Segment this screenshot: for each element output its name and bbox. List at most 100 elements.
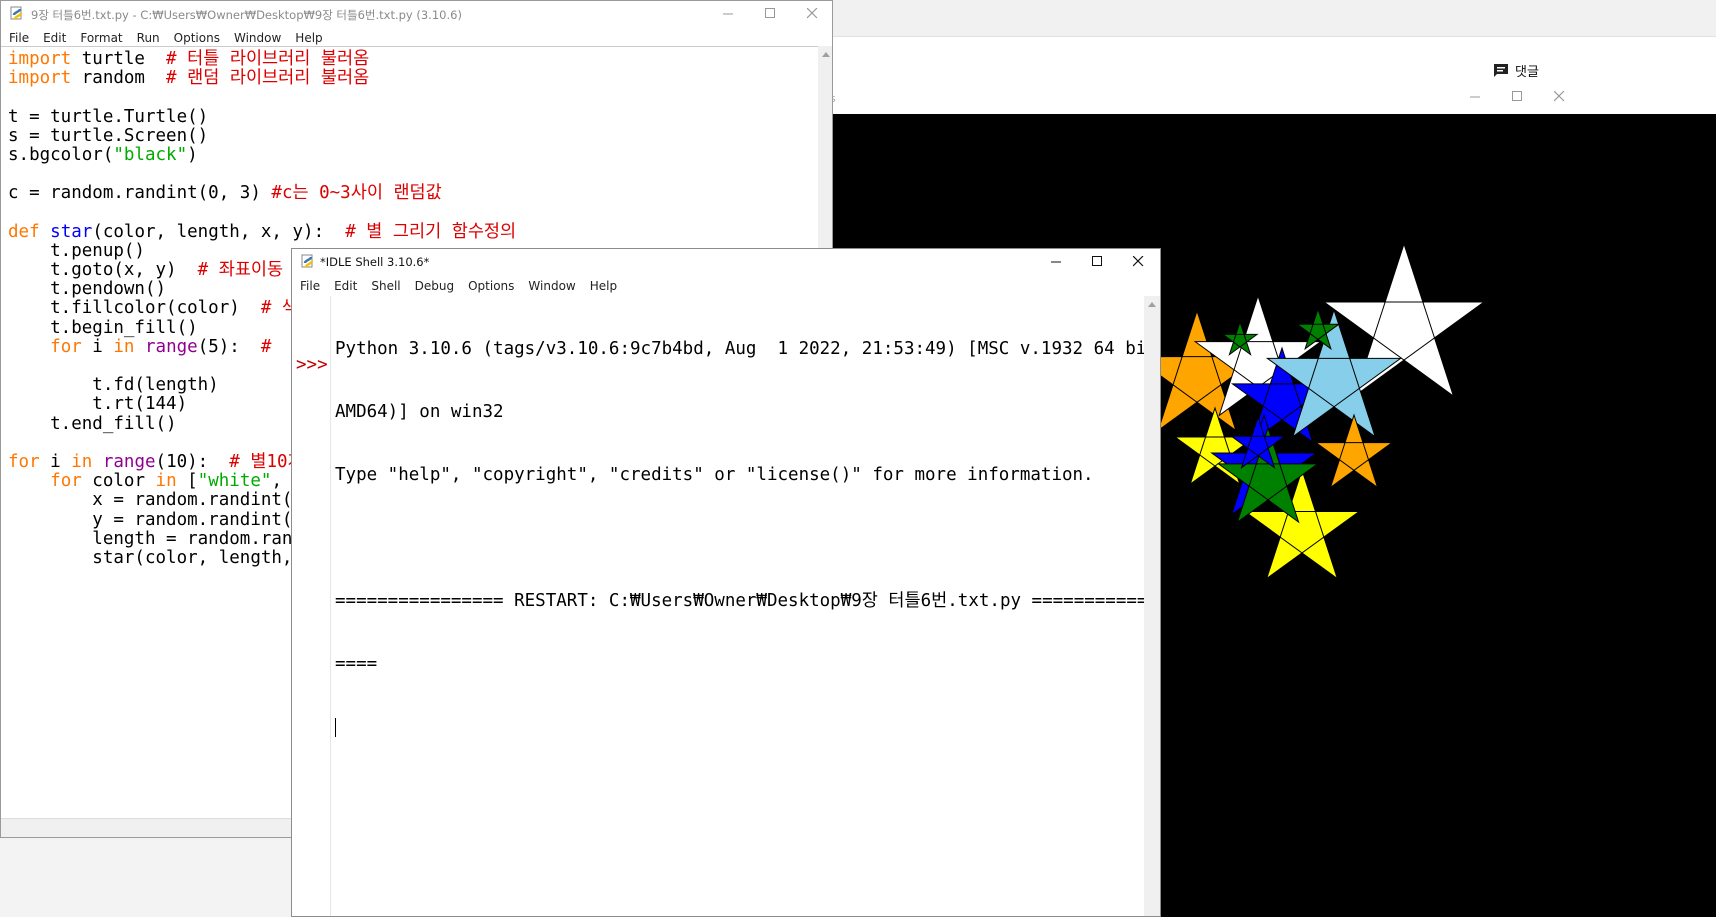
turtle-minimize-button[interactable]	[1453, 84, 1499, 110]
editor-menu-run[interactable]: Run	[129, 28, 166, 45]
code-token: ,	[271, 471, 293, 492]
close-icon	[807, 8, 818, 19]
comment-icon	[1494, 63, 1508, 77]
code-token: t.pendown()	[8, 279, 167, 300]
editor-menubar: File Edit Format Run Options Window Help	[1, 28, 832, 48]
shell-vertical-scrollbar[interactable]	[1144, 296, 1160, 916]
shell-maximize-button[interactable]	[1075, 249, 1121, 275]
editor-menu-format[interactable]: Format	[72, 28, 128, 45]
code-token: "black"	[113, 144, 188, 165]
code-token: for	[50, 471, 82, 492]
code-token: # 좌표이동	[197, 260, 284, 281]
editor-menu-file[interactable]: File	[1, 28, 35, 45]
turtle-maximize-button[interactable]	[1495, 84, 1541, 110]
code-line: s.bgcolor("black")	[8, 144, 516, 165]
shell-menu-window[interactable]: Window	[520, 276, 581, 293]
shell-menu-file[interactable]: File	[292, 276, 326, 293]
shell-menu-debug[interactable]: Debug	[407, 276, 460, 293]
maximize-icon	[1512, 91, 1522, 101]
shell-output: Python 3.10.6 (tags/v3.10.6:9c7b4bd, Aug…	[335, 297, 1160, 779]
shell-menu-options[interactable]: Options	[460, 276, 520, 293]
code-token: #c는 0~3사이 랜덤값	[271, 183, 442, 204]
scroll-up-arrow-icon[interactable]	[822, 52, 830, 57]
shell-minimize-button[interactable]	[1034, 249, 1080, 275]
code-token: [	[176, 471, 198, 492]
code-token: range	[145, 336, 198, 357]
code-token: t.begin_fill()	[8, 317, 198, 338]
turtle-close-button[interactable]	[1537, 84, 1583, 110]
code-line: def star(color, length, x, y): # 별 그리기 함…	[8, 221, 516, 242]
editor-title: 9장 터틀6번.txt.py - C:₩Users₩Owner₩Desktop₩…	[31, 8, 462, 22]
shell-menu-help[interactable]: Help	[582, 276, 623, 293]
shell-line: Type "help", "copyright", "credits" or "…	[335, 465, 1094, 485]
code-token: turtle	[71, 49, 167, 69]
shell-prompt: >>>	[296, 355, 328, 375]
editor-minimize-button[interactable]	[706, 1, 752, 27]
shell-line: ================ RESTART: C:₩Users₩Owner…	[335, 591, 1158, 611]
close-icon	[1133, 256, 1144, 267]
code-token: t.fillcolor(color)	[8, 298, 261, 319]
code-line: c = random.randint(0, 3) #c는 0~3사이 랜덤값	[8, 183, 516, 204]
code-token: color	[81, 471, 156, 492]
turtle-titlebar: s	[820, 84, 1716, 114]
code-token: star	[50, 221, 93, 242]
browser-comment-button[interactable]: 댓글	[1493, 60, 1539, 80]
code-token: i	[81, 336, 114, 357]
code-token: t.rt(144)	[8, 394, 188, 415]
code-token: )	[187, 144, 198, 165]
code-token: range	[102, 451, 156, 472]
maximize-icon	[765, 8, 775, 18]
browser-tabstrip	[832, 0, 1716, 37]
code-token: (5):	[197, 336, 261, 357]
shell-window: *IDLE Shell 3.10.6* File Edit Shell Debug Op…	[291, 248, 1161, 917]
code-token: # 랜덤 라이브러리 불러옴	[166, 68, 370, 89]
scroll-up-arrow-icon[interactable]	[1148, 302, 1156, 307]
idle-app-icon	[10, 6, 23, 20]
shell-title: *IDLE Shell 3.10.6*	[320, 255, 430, 269]
code-token: y = random.randint(1	[8, 509, 304, 530]
shell-close-button[interactable]	[1116, 249, 1160, 275]
comment-label: 댓글	[1515, 64, 1539, 80]
code-token: in	[113, 336, 135, 357]
shell-line: ====	[335, 654, 378, 674]
shell-line: AMD64)] on win32	[335, 402, 504, 422]
shell-text-area[interactable]: Python 3.10.6 (tags/v3.10.6:9c7b4bd, Aug…	[331, 296, 1158, 916]
shell-titlebar: *IDLE Shell 3.10.6*	[292, 249, 1160, 275]
code-token: i	[39, 451, 72, 472]
code-token: t.fd(length)	[8, 375, 219, 396]
editor-menu-edit[interactable]: Edit	[35, 28, 72, 45]
code-token: star(color, length, x	[8, 547, 314, 568]
code-token: in	[71, 451, 93, 472]
editor-menu-help[interactable]: Help	[287, 28, 328, 45]
code-token: "white"	[197, 471, 272, 492]
code-token: t.end_fill()	[8, 413, 177, 434]
shell-menu-shell[interactable]: Shell	[363, 276, 406, 293]
code-token: (color, length, x, y):	[92, 221, 346, 242]
editor-menu-options[interactable]: Options	[166, 28, 226, 45]
turtle-star	[1314, 413, 1394, 489]
idle-app-icon	[301, 254, 314, 268]
editor-close-button[interactable]	[790, 1, 832, 27]
shell-prompt-gutter: >>>	[292, 296, 331, 916]
shell-menu-edit[interactable]: Edit	[326, 276, 363, 293]
code-token: import	[8, 49, 72, 69]
code-token: x = random.randint(1	[8, 490, 304, 511]
maximize-icon	[1092, 256, 1102, 266]
code-line: t = turtle.Turtle()	[8, 107, 516, 127]
code-token: random	[71, 68, 167, 89]
code-token: t.penup()	[8, 240, 145, 261]
code-token: # 터틀 라이브러리 불러옴	[166, 49, 370, 69]
editor-menu-window[interactable]: Window	[226, 28, 287, 45]
code-token: import	[8, 68, 72, 89]
close-icon	[1554, 91, 1565, 102]
code-token: s.bgcolor(	[8, 144, 114, 165]
editor-maximize-button[interactable]	[748, 1, 794, 27]
code-token: def	[8, 221, 40, 242]
